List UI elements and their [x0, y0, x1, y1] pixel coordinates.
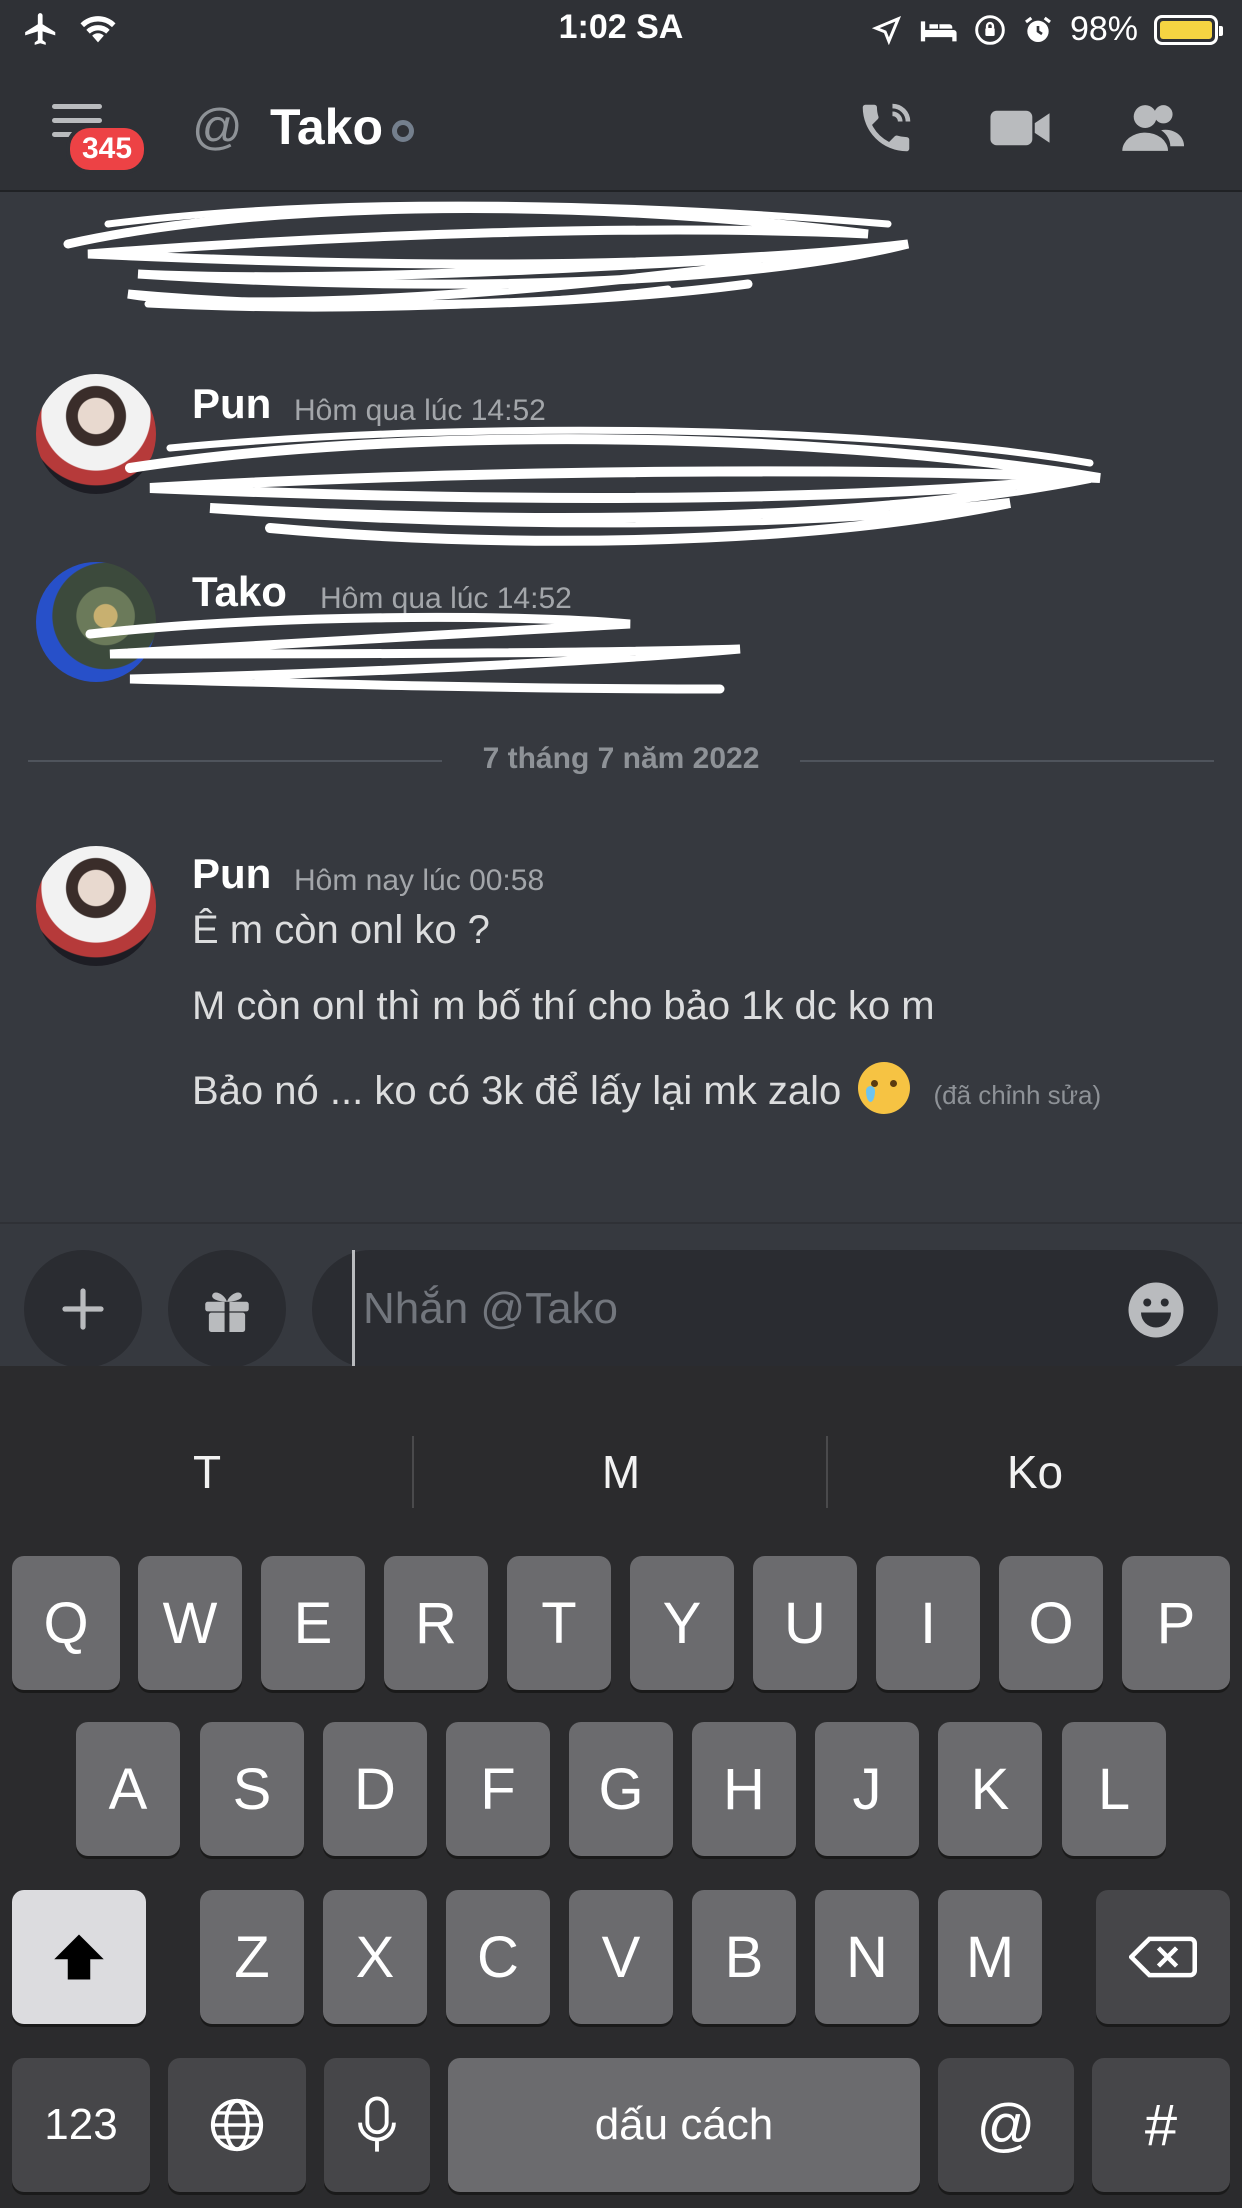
globe-icon	[210, 2098, 264, 2152]
backspace-key[interactable]	[1096, 1890, 1230, 2024]
status-bar: 1:02 SA 98%	[0, 0, 1242, 62]
gift-icon[interactable]	[168, 1250, 286, 1368]
message-text: Bảo nó ... ko có 3k để lấy lại mk zalo	[192, 1069, 842, 1113]
key-w[interactable]: W	[138, 1556, 242, 1690]
key-n[interactable]: N	[815, 1890, 919, 2024]
message-composer	[0, 1222, 1242, 1368]
key-k[interactable]: K	[938, 1722, 1042, 1856]
key-s[interactable]: S	[200, 1722, 304, 1856]
message-text[interactable]: Ê m còn onl ko ?	[192, 908, 490, 953]
rotation-lock-icon	[975, 14, 1005, 45]
key-r[interactable]: R	[384, 1556, 488, 1690]
globe-key[interactable]	[168, 2058, 306, 2192]
key-j[interactable]: J	[815, 1722, 919, 1856]
key-b[interactable]: B	[692, 1890, 796, 2024]
members-icon[interactable]	[1120, 96, 1184, 160]
key-q[interactable]: Q	[12, 1556, 120, 1690]
key-m[interactable]: M	[938, 1890, 1042, 2024]
dictation-key[interactable]	[324, 2058, 430, 2192]
microphone-icon	[358, 2096, 396, 2152]
message-input-container[interactable]	[312, 1250, 1218, 1368]
date-divider-label: 7 tháng 7 năm 2022	[482, 742, 760, 775]
key-v[interactable]: V	[569, 1890, 673, 2024]
avatar[interactable]	[36, 846, 156, 966]
alarm-icon	[1024, 16, 1051, 42]
shift-arrow-icon	[54, 1934, 104, 1980]
backspace-icon	[1129, 1936, 1197, 1978]
key-l[interactable]: L	[1062, 1722, 1166, 1856]
suggestion-item[interactable]: T	[0, 1422, 414, 1522]
suggestion-item[interactable]: Ko	[828, 1422, 1242, 1522]
message-list[interactable]: Pun Hôm qua lúc 14:52 Tako Hôm qua lúc 1…	[0, 194, 1242, 1222]
location-icon	[871, 15, 901, 45]
key-o[interactable]: O	[999, 1556, 1103, 1690]
key-t[interactable]: T	[507, 1556, 611, 1690]
redacted-scribble	[125, 426, 1101, 546]
plus-icon[interactable]	[24, 1250, 142, 1368]
key-u[interactable]: U	[753, 1556, 857, 1690]
key-c[interactable]: C	[446, 1890, 550, 2024]
key-i[interactable]: I	[876, 1556, 980, 1690]
key-h[interactable]: H	[692, 1722, 796, 1856]
shift-key[interactable]	[12, 1890, 146, 2024]
date-divider: 7 tháng 7 năm 2022	[28, 742, 1214, 775]
bed-icon	[920, 20, 957, 41]
message-timestamp: Hôm nay lúc 00:58	[294, 864, 545, 897]
offline-status-icon	[392, 120, 414, 142]
hash-key[interactable]: #	[1092, 2058, 1230, 2192]
battery-icon	[1154, 14, 1223, 45]
message-text-row[interactable]: Bảo nó ... ko có 3k để lấy lại mk zalo (…	[192, 1062, 1101, 1114]
key-f[interactable]: F	[446, 1722, 550, 1856]
key-a[interactable]: A	[76, 1722, 180, 1856]
redacted-scribble	[85, 612, 741, 694]
battery-percent: 98%	[1069, 10, 1138, 48]
ios-keyboard: T M Ko Q W E R T Y U I O P A S D F G H J…	[0, 1366, 1242, 2208]
key-g[interactable]: G	[569, 1722, 673, 1856]
key-p[interactable]: P	[1122, 1556, 1230, 1690]
status-right: 98%	[871, 10, 1223, 49]
edited-label: (đã chỉnh sửa)	[933, 1080, 1102, 1110]
autocomplete-bar: T M Ko	[0, 1422, 1242, 1522]
numbers-key[interactable]: 123	[12, 2058, 150, 2192]
call-icon[interactable]	[854, 96, 918, 160]
key-z[interactable]: Z	[200, 1890, 304, 2024]
key-x[interactable]: X	[323, 1890, 427, 2024]
crying-face-emoji-icon	[858, 1062, 911, 1114]
video-icon[interactable]	[988, 96, 1052, 160]
key-e[interactable]: E	[261, 1556, 365, 1690]
space-key[interactable]: dấu cách	[448, 2058, 920, 2192]
message-text[interactable]: M còn onl thì m bố thí cho bảo 1k dc ko …	[192, 984, 935, 1029]
message-author[interactable]: Pun	[192, 850, 271, 898]
key-y[interactable]: Y	[630, 1556, 734, 1690]
key-d[interactable]: D	[323, 1722, 427, 1856]
at-icon: @	[192, 99, 243, 155]
suggestion-item[interactable]: M	[414, 1422, 828, 1522]
message-input[interactable]	[352, 1250, 1112, 1368]
redacted-scribble	[63, 201, 910, 312]
channel-title[interactable]: Tako	[270, 98, 383, 156]
smiley-icon[interactable]	[1126, 1280, 1186, 1340]
at-key[interactable]: @	[938, 2058, 1074, 2192]
